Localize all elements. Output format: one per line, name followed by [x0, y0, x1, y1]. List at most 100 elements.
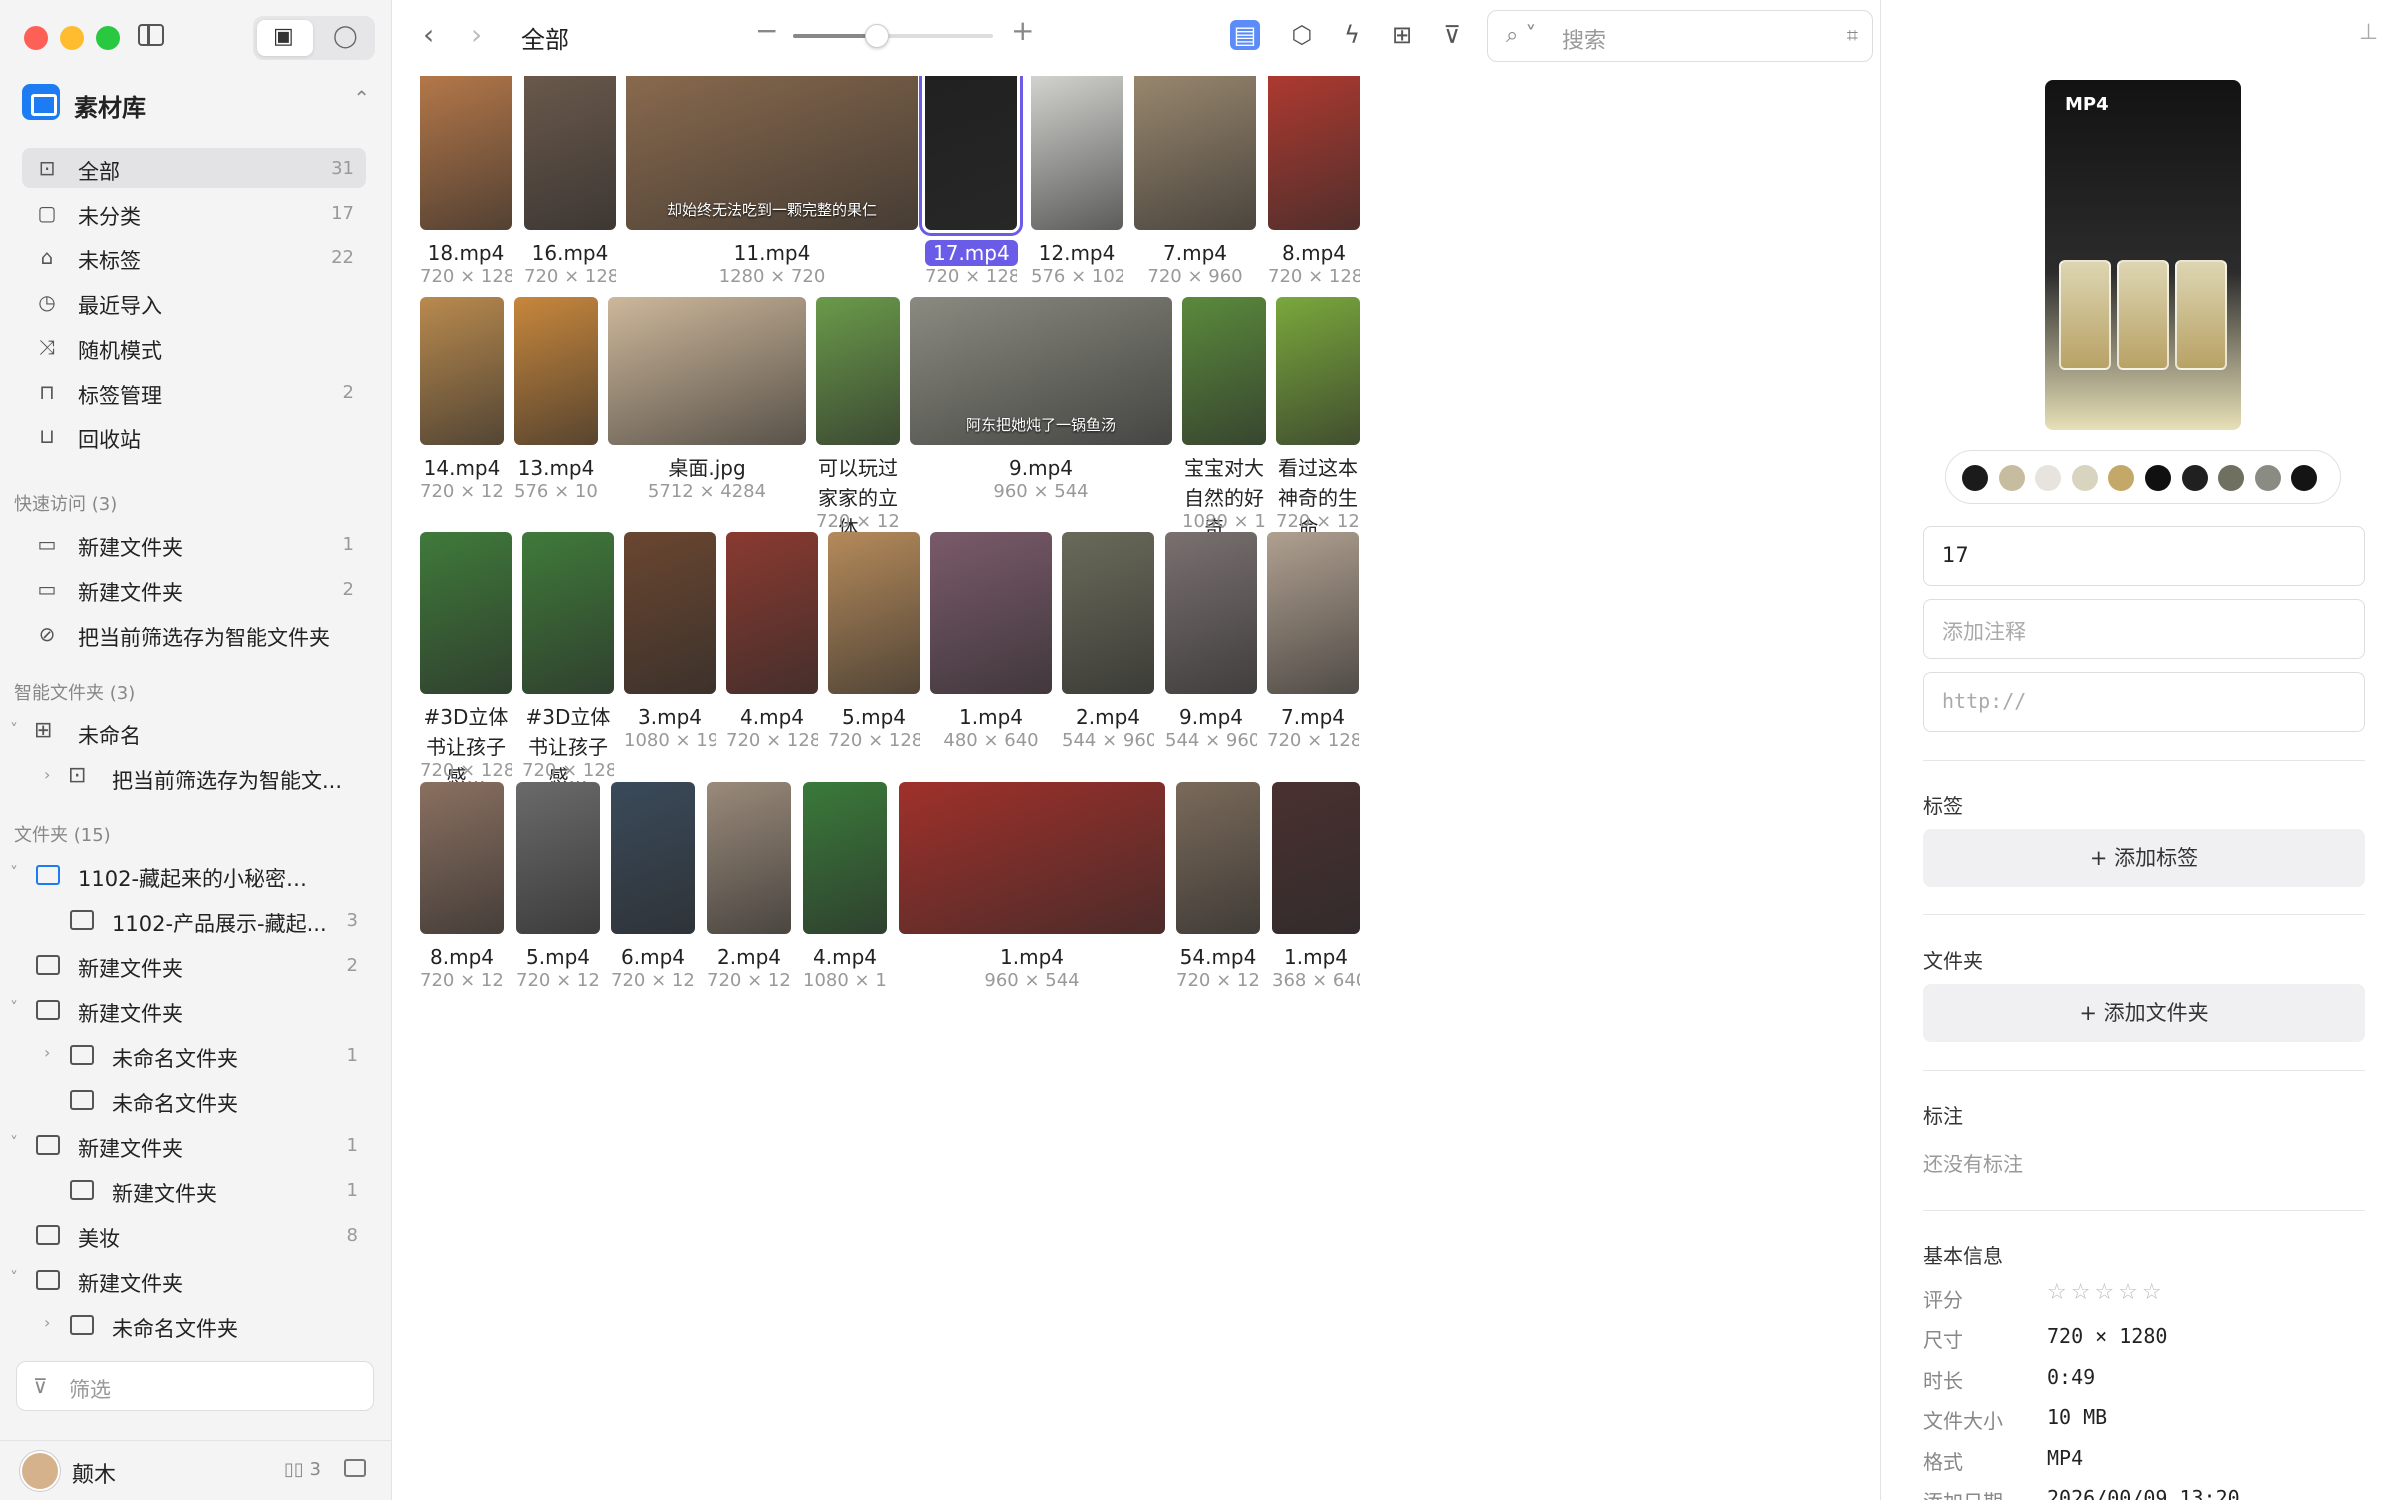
asset-card[interactable]: 13.mp4576 × 1024	[514, 297, 598, 507]
zoom-in-button[interactable]: +	[1011, 14, 1034, 47]
add-folder-button[interactable]: + 添加文件夹	[1923, 984, 2365, 1042]
asset-thumbnail[interactable]: 阿东把她炖了一锅鱼汤	[910, 297, 1172, 445]
nav-item[interactable]: ⤨ 随机模式	[22, 327, 366, 367]
library-switcher[interactable]: 素材库 ⌃	[22, 82, 382, 124]
minimize-window-button[interactable]	[60, 26, 84, 50]
asset-card[interactable]: 看过这本神奇的生命...720 × 1280	[1276, 297, 1360, 540]
asset-card[interactable]: 16.mp4720 × 1280	[524, 76, 616, 292]
asset-thumbnail[interactable]	[1062, 532, 1154, 694]
color-swatch[interactable]	[2035, 465, 2062, 491]
asset-card[interactable]: 6.mp4720 × 1280	[611, 782, 695, 996]
chevron-down-icon[interactable]: ˅	[10, 1268, 18, 1287]
color-swatch[interactable]	[2254, 465, 2281, 491]
quick-access-item[interactable]: ⊘ 把当前筛选存为智能文件夹	[22, 614, 366, 654]
zoom-slider-knob[interactable]	[865, 24, 889, 48]
asset-card[interactable]: 阿东把她炖了一锅鱼汤 9.mp4 960 × 544	[910, 297, 1172, 507]
folder-item[interactable]: › 未命名文件夹	[0, 1305, 370, 1345]
folder-item[interactable]: 1102-产品展示-藏起... 3	[0, 900, 370, 940]
asset-thumbnail[interactable]	[611, 782, 695, 934]
asset-thumbnail[interactable]: 却始终无法吃到一颗完整的果仁	[626, 76, 918, 230]
asset-thumbnail[interactable]	[1182, 297, 1266, 445]
asset-card[interactable]: #3D立体书让孩子感...720 × 1280	[522, 532, 614, 789]
back-button[interactable]: ‹	[423, 18, 434, 51]
chevron-down-icon[interactable]: ˅	[10, 720, 18, 739]
quick-access-item[interactable]: ▭ 新建文件夹 1	[22, 524, 366, 564]
asset-thumbnail[interactable]	[420, 532, 512, 694]
asset-card[interactable]: 桌面.jpg 5712 × 4284	[608, 297, 806, 507]
asset-card[interactable]: 7.mp4 720 × 960	[1134, 76, 1256, 292]
asset-thumbnail[interactable]	[420, 76, 512, 230]
color-swatch[interactable]	[2218, 465, 2245, 491]
sidebar-toggle-icon[interactable]	[138, 24, 164, 46]
asset-card[interactable]: 3.mp41080 × 1920	[624, 532, 716, 756]
asset-thumbnail[interactable]	[514, 297, 598, 445]
color-swatch[interactable]	[2108, 465, 2135, 491]
asset-thumbnail[interactable]	[624, 532, 716, 694]
asset-thumbnail[interactable]	[1276, 297, 1360, 445]
asset-thumbnail[interactable]	[1272, 782, 1360, 934]
note-field[interactable]: 添加注释	[1923, 599, 2365, 659]
asset-thumbnail[interactable]	[816, 297, 900, 445]
asset-card[interactable]: 17.mp4720 × 1280	[919, 76, 1023, 292]
rating-stars[interactable]: ☆☆☆☆☆	[2047, 1280, 2166, 1305]
color-swatch[interactable]	[2181, 465, 2208, 491]
zoom-out-button[interactable]: −	[755, 14, 778, 47]
smart-folder-item[interactable]: ˅ ⊞ 未命名	[0, 712, 370, 752]
user-badge[interactable]: ▯▯ 3	[284, 1459, 321, 1480]
asset-thumbnail[interactable]	[919, 76, 1023, 236]
asset-card[interactable]: 7.mp4720 × 1280	[1267, 532, 1359, 756]
chevron-right-icon[interactable]: ›	[44, 1043, 50, 1062]
url-field[interactable]: http://	[1923, 672, 2365, 732]
color-swatch[interactable]	[1962, 465, 1988, 491]
asset-thumbnail[interactable]	[828, 532, 920, 694]
close-window-button[interactable]	[24, 26, 48, 50]
folder-item[interactable]: 未命名文件夹	[0, 1080, 370, 1120]
asset-card[interactable]: 1.mp4 480 × 640	[930, 532, 1052, 756]
asset-thumbnail[interactable]	[522, 532, 614, 694]
folder-item[interactable]: › 未命名文件夹 1	[0, 1035, 370, 1075]
nav-item[interactable]: ⊡ 全部 31	[22, 148, 366, 188]
asset-card[interactable]: 18.mp4720 × 1280	[420, 76, 512, 292]
asset-card[interactable]: 54.mp4720 × 1280	[1176, 782, 1260, 996]
asset-thumbnail[interactable]	[726, 532, 818, 694]
asset-thumbnail[interactable]	[608, 297, 806, 445]
asset-thumbnail[interactable]	[420, 297, 504, 445]
chevron-right-icon[interactable]: ›	[44, 765, 50, 784]
add-tag-button[interactable]: + 添加标签	[1923, 829, 2365, 887]
nav-item[interactable]: ◷ 最近导入	[22, 282, 366, 322]
filter-icon[interactable]: ⊽	[1437, 20, 1467, 50]
asset-card[interactable]: 9.mp4 544 × 960	[1165, 532, 1257, 756]
asset-card[interactable]: 宝宝对大自然的好奇...1080 × 19...	[1182, 297, 1266, 540]
asset-thumbnail[interactable]	[1165, 532, 1257, 694]
asset-card[interactable]: #3D立体书让孩子感...720 × 1280	[420, 532, 512, 789]
asset-thumbnail[interactable]	[1176, 782, 1260, 934]
name-field[interactable]: 17	[1923, 526, 2365, 586]
smart-folder-item[interactable]: › ⊡ 把当前筛选存为智能文...	[0, 757, 370, 797]
chevron-down-icon[interactable]: ˅	[10, 1133, 18, 1152]
asset-card[interactable]: 5.mp4720 × 1280	[516, 782, 600, 996]
layout-mode-icon[interactable]: ▤	[1230, 20, 1260, 50]
color-swatch[interactable]	[1998, 465, 2025, 491]
filter-input[interactable]: ⊽ 筛选	[16, 1361, 374, 1411]
asset-card[interactable]: 可以玩过家家的立体...720 × 1280	[816, 297, 900, 540]
asset-thumbnail[interactable]	[1268, 76, 1360, 230]
chat-bubble-icon[interactable]: ◯	[333, 24, 358, 49]
asset-card[interactable]: 5.mp4720 × 1280	[828, 532, 920, 756]
lightning-icon[interactable]: ϟ	[1337, 20, 1367, 50]
forward-button[interactable]: ›	[471, 18, 482, 51]
folder-item[interactable]: ˅ 1102-藏起来的小秘密早教...	[0, 855, 370, 895]
folder-item[interactable]: 美妆 8	[0, 1215, 370, 1255]
zoom-slider[interactable]	[793, 24, 993, 48]
chevron-down-icon[interactable]: ˅	[10, 998, 18, 1017]
image-search-icon[interactable]: ⌗	[1847, 23, 1858, 47]
asset-card[interactable]: 12.mp4576 × 1024	[1031, 76, 1123, 292]
nav-item[interactable]: ⌂ 未标签 22	[22, 237, 366, 277]
asset-thumbnail[interactable]	[707, 782, 791, 934]
nav-item[interactable]: ▢ 未分类 17	[22, 193, 366, 233]
asset-card[interactable]: 8.mp4720 × 1280	[420, 782, 504, 996]
avatar[interactable]	[20, 1451, 60, 1491]
asset-thumbnail[interactable]	[524, 76, 616, 230]
color-swatch[interactable]	[2291, 465, 2318, 491]
asset-card[interactable]: 2.mp4 544 × 960	[1062, 532, 1154, 756]
asset-thumbnail[interactable]	[803, 782, 887, 934]
